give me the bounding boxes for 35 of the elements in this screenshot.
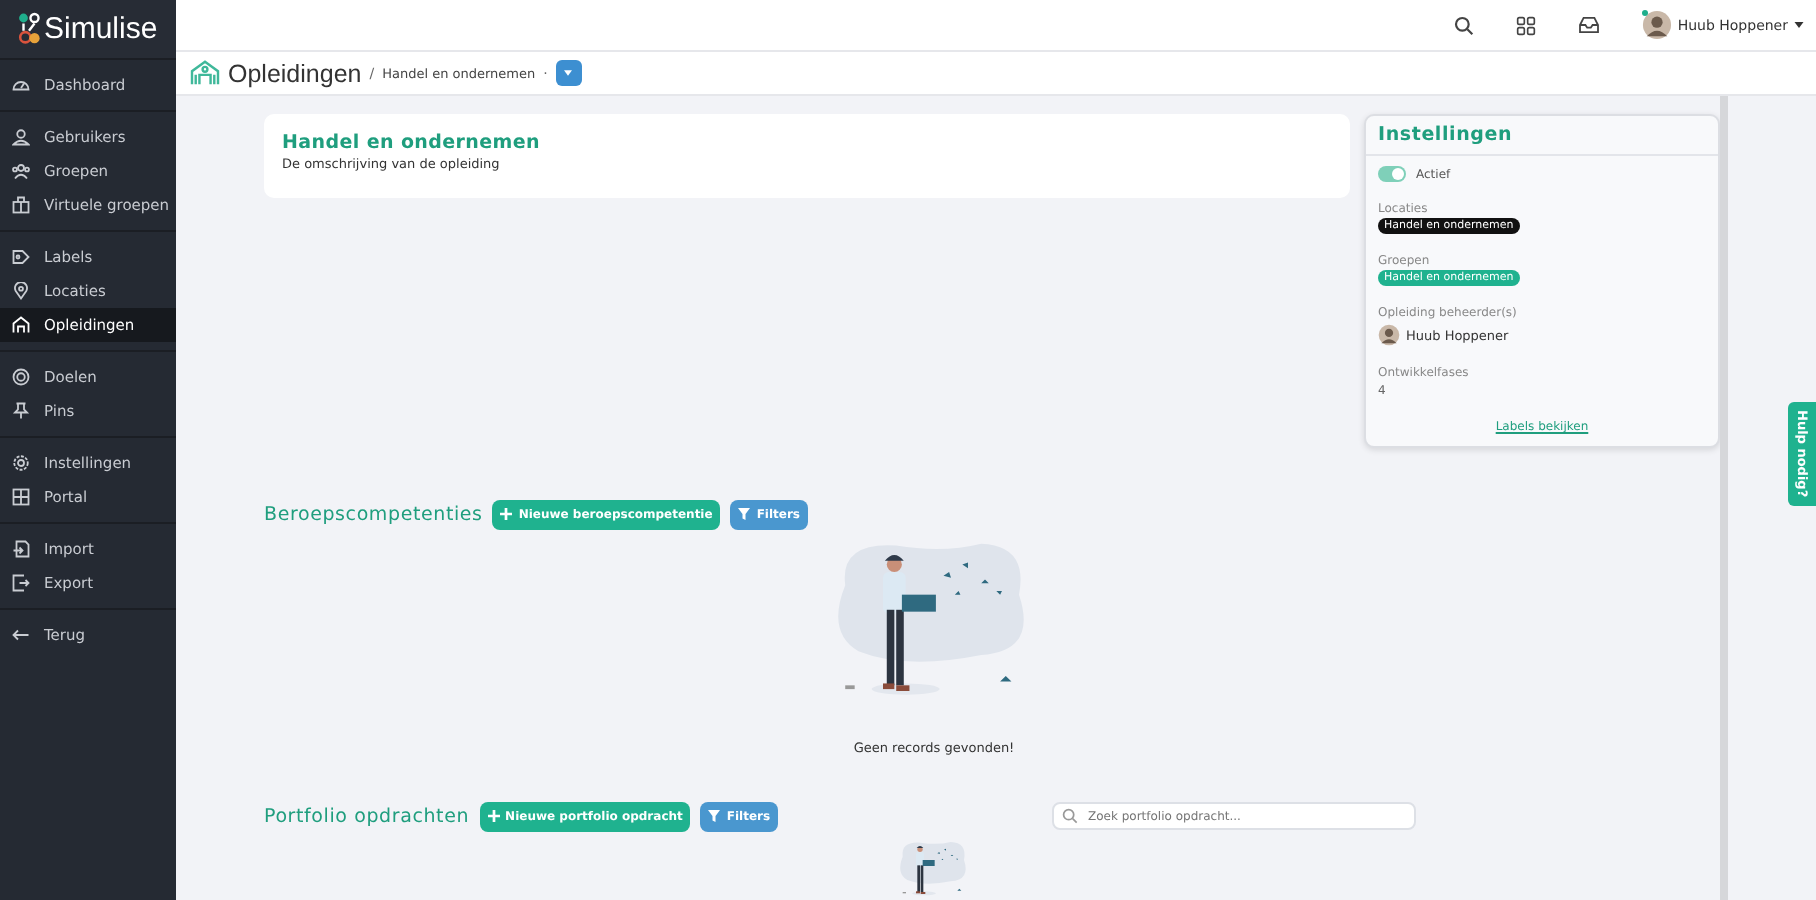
grid-icon [12, 488, 30, 506]
import-icon [12, 540, 30, 558]
toggle-switch[interactable] [1378, 166, 1406, 182]
page-title: Opleidingen [228, 59, 362, 88]
pin-icon [12, 282, 30, 300]
export-icon [12, 574, 30, 592]
search-icon [1062, 808, 1078, 824]
pushpin-icon [12, 402, 30, 420]
back-icon [12, 626, 30, 644]
inbox-icon[interactable] [1577, 16, 1600, 35]
course-title: Handel en ondernemen [282, 132, 542, 154]
gauge-icon [12, 76, 30, 94]
plus-icon [500, 508, 513, 520]
dropdown-button[interactable] [555, 60, 582, 87]
box-icon [12, 196, 30, 214]
avatar-icon [1378, 324, 1400, 346]
logo-icon [18, 12, 40, 46]
target-icon [12, 368, 30, 386]
section-title: Portfolio opdrachten [264, 805, 470, 827]
caret-icon [1794, 22, 1804, 29]
caret-icon [564, 70, 573, 77]
school-icon [12, 316, 30, 334]
user-icon [12, 128, 30, 146]
users-icon [12, 162, 30, 180]
grid-icon[interactable] [1515, 15, 1536, 36]
search-icon[interactable] [1453, 15, 1474, 36]
section-title: Beroepscompetenties [264, 503, 483, 525]
school-icon [190, 60, 220, 87]
avatar-icon [1641, 10, 1672, 41]
tag-icon [12, 248, 30, 266]
gear-icon [12, 454, 30, 472]
filter-icon [708, 810, 721, 822]
settings-title: Instellingen [1366, 116, 1718, 156]
filter-icon [738, 508, 751, 520]
plus-icon [487, 810, 500, 822]
